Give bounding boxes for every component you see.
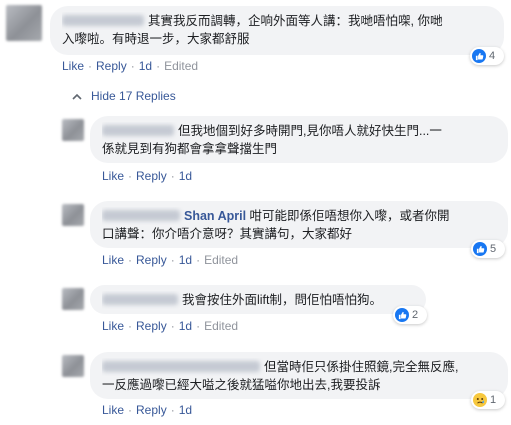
separator: · [128, 403, 133, 417]
author-name-redacted[interactable] [62, 15, 144, 26]
reply-actions: Like · Reply · 1d [102, 169, 192, 183]
separator: · [170, 403, 175, 417]
reaction-count: 1 [490, 394, 497, 406]
reaction-count: 2 [412, 309, 419, 321]
like-icon [472, 49, 486, 63]
reply-text: 我會按住外面lift制，問佢怕唔怕狗。 [182, 293, 383, 307]
like-icon [395, 308, 409, 322]
reply-text: 但當時佢只係掛住照鏡,完全無反應, [264, 360, 459, 374]
like-button[interactable]: Like [102, 319, 124, 333]
edited-label[interactable]: Edited [164, 59, 198, 73]
reply-text-continued: 一反應過嚟已經大嗌之後就猛嗌你地出去,我要投訴 [102, 378, 381, 392]
author-name-redacted[interactable] [102, 125, 174, 136]
comment-bubble: 其實我反而調轉，企响外面等人講：我哋唔怕㗎, 你哋 入嚟啦。有時退一步，大家都舒… [50, 6, 504, 55]
author-name-redacted[interactable] [102, 210, 180, 221]
reply-text-continued: 係就見到有狗都會拿拿聲擋生門 [102, 142, 278, 156]
reply-button[interactable]: Reply [96, 59, 127, 73]
reply-text: 咁可能即係佢唔想你入嚟，或者你開 [249, 209, 450, 223]
hide-replies-link[interactable]: Hide 17 Replies [69, 89, 176, 103]
separator: · [128, 253, 133, 267]
like-button[interactable]: Like [102, 403, 124, 417]
separator: · [170, 253, 175, 267]
reaction-count-chip[interactable]: 2 [393, 306, 427, 324]
edited-label[interactable]: Edited [204, 253, 238, 267]
reply-button[interactable]: Reply [136, 253, 167, 267]
reply-button[interactable]: Reply [136, 169, 167, 183]
reaction-count-chip[interactable]: 4 [470, 47, 504, 65]
reply-bubble: 但我地個到好多時開門,見你唔人就好快生門...一 係就見到有狗都會拿拿聲擋生門 [90, 116, 508, 163]
separator: · [196, 253, 201, 267]
chevron-up-icon [69, 93, 85, 100]
avatar[interactable] [62, 355, 84, 377]
like-button[interactable]: Like [102, 169, 124, 183]
like-button[interactable]: Like [102, 253, 124, 267]
reaction-count-chip[interactable]: 1 [471, 391, 505, 409]
separator: · [130, 59, 135, 73]
reply-bubble: Shan April 咁可能即係佢唔想你入嚟，或者你開 口講聲：你介唔介意呀？其… [90, 201, 508, 248]
reply-bubble: 我會按住外面lift制，問佢怕唔怕狗。 [90, 285, 426, 314]
separator: · [156, 59, 161, 73]
separator: · [170, 169, 175, 183]
timestamp-link[interactable]: 1d [179, 169, 192, 183]
reply-button[interactable]: Reply [136, 403, 167, 417]
reaction-count-chip[interactable]: 5 [471, 240, 505, 258]
reply-actions: Like · Reply · 1d [102, 403, 192, 417]
like-button[interactable]: Like [62, 59, 84, 73]
comment-thread: 其實我反而調轉，企响外面等人講：我哋唔怕㗎, 你哋 入嚟啦。有時退一步，大家都舒… [0, 0, 511, 425]
comment-text: 其實我反而調轉，企响外面等人講：我哋唔怕㗎, 你哋 [148, 14, 443, 28]
separator: · [128, 169, 133, 183]
avatar[interactable] [62, 204, 84, 226]
reaction-count: 5 [490, 243, 497, 255]
timestamp-link[interactable]: 1d [139, 59, 152, 73]
reply-button[interactable]: Reply [136, 319, 167, 333]
reply-text-continued: 口講聲：你介唔介意呀？其實講句，大家都好 [102, 227, 353, 241]
reaction-count: 4 [489, 50, 496, 62]
separator: · [196, 319, 201, 333]
edited-label[interactable]: Edited [204, 319, 238, 333]
timestamp-link[interactable]: 1d [179, 253, 192, 267]
mentioned-author-link[interactable]: Shan April [184, 209, 246, 223]
separator: · [128, 319, 133, 333]
timestamp-link[interactable]: 1d [179, 319, 192, 333]
avatar[interactable] [62, 119, 84, 141]
avatar[interactable] [6, 5, 42, 41]
comment-text-continued: 入嚟啦。有時退一步，大家都舒服 [62, 32, 250, 46]
separator: · [88, 59, 93, 73]
author-name-redacted[interactable] [102, 294, 178, 305]
reply-text: 但我地個到好多時開門,見你唔人就好快生門...一 [178, 124, 442, 138]
reply-actions: Like · Reply · 1d · Edited [102, 253, 238, 267]
author-name-redacted[interactable] [102, 361, 260, 372]
sad-icon [473, 393, 487, 407]
separator: · [170, 319, 175, 333]
comment-actions: Like · Reply · 1d · Edited [62, 59, 198, 73]
like-icon [473, 242, 487, 256]
avatar[interactable] [62, 288, 84, 310]
hide-replies-label: Hide 17 Replies [91, 89, 176, 103]
timestamp-link[interactable]: 1d [179, 403, 192, 417]
reply-bubble: 但當時佢只係掛住照鏡,完全無反應, 一反應過嚟已經大嗌之後就猛嗌你地出去,我要投… [90, 352, 508, 399]
reply-actions: Like · Reply · 1d · Edited [102, 319, 238, 333]
